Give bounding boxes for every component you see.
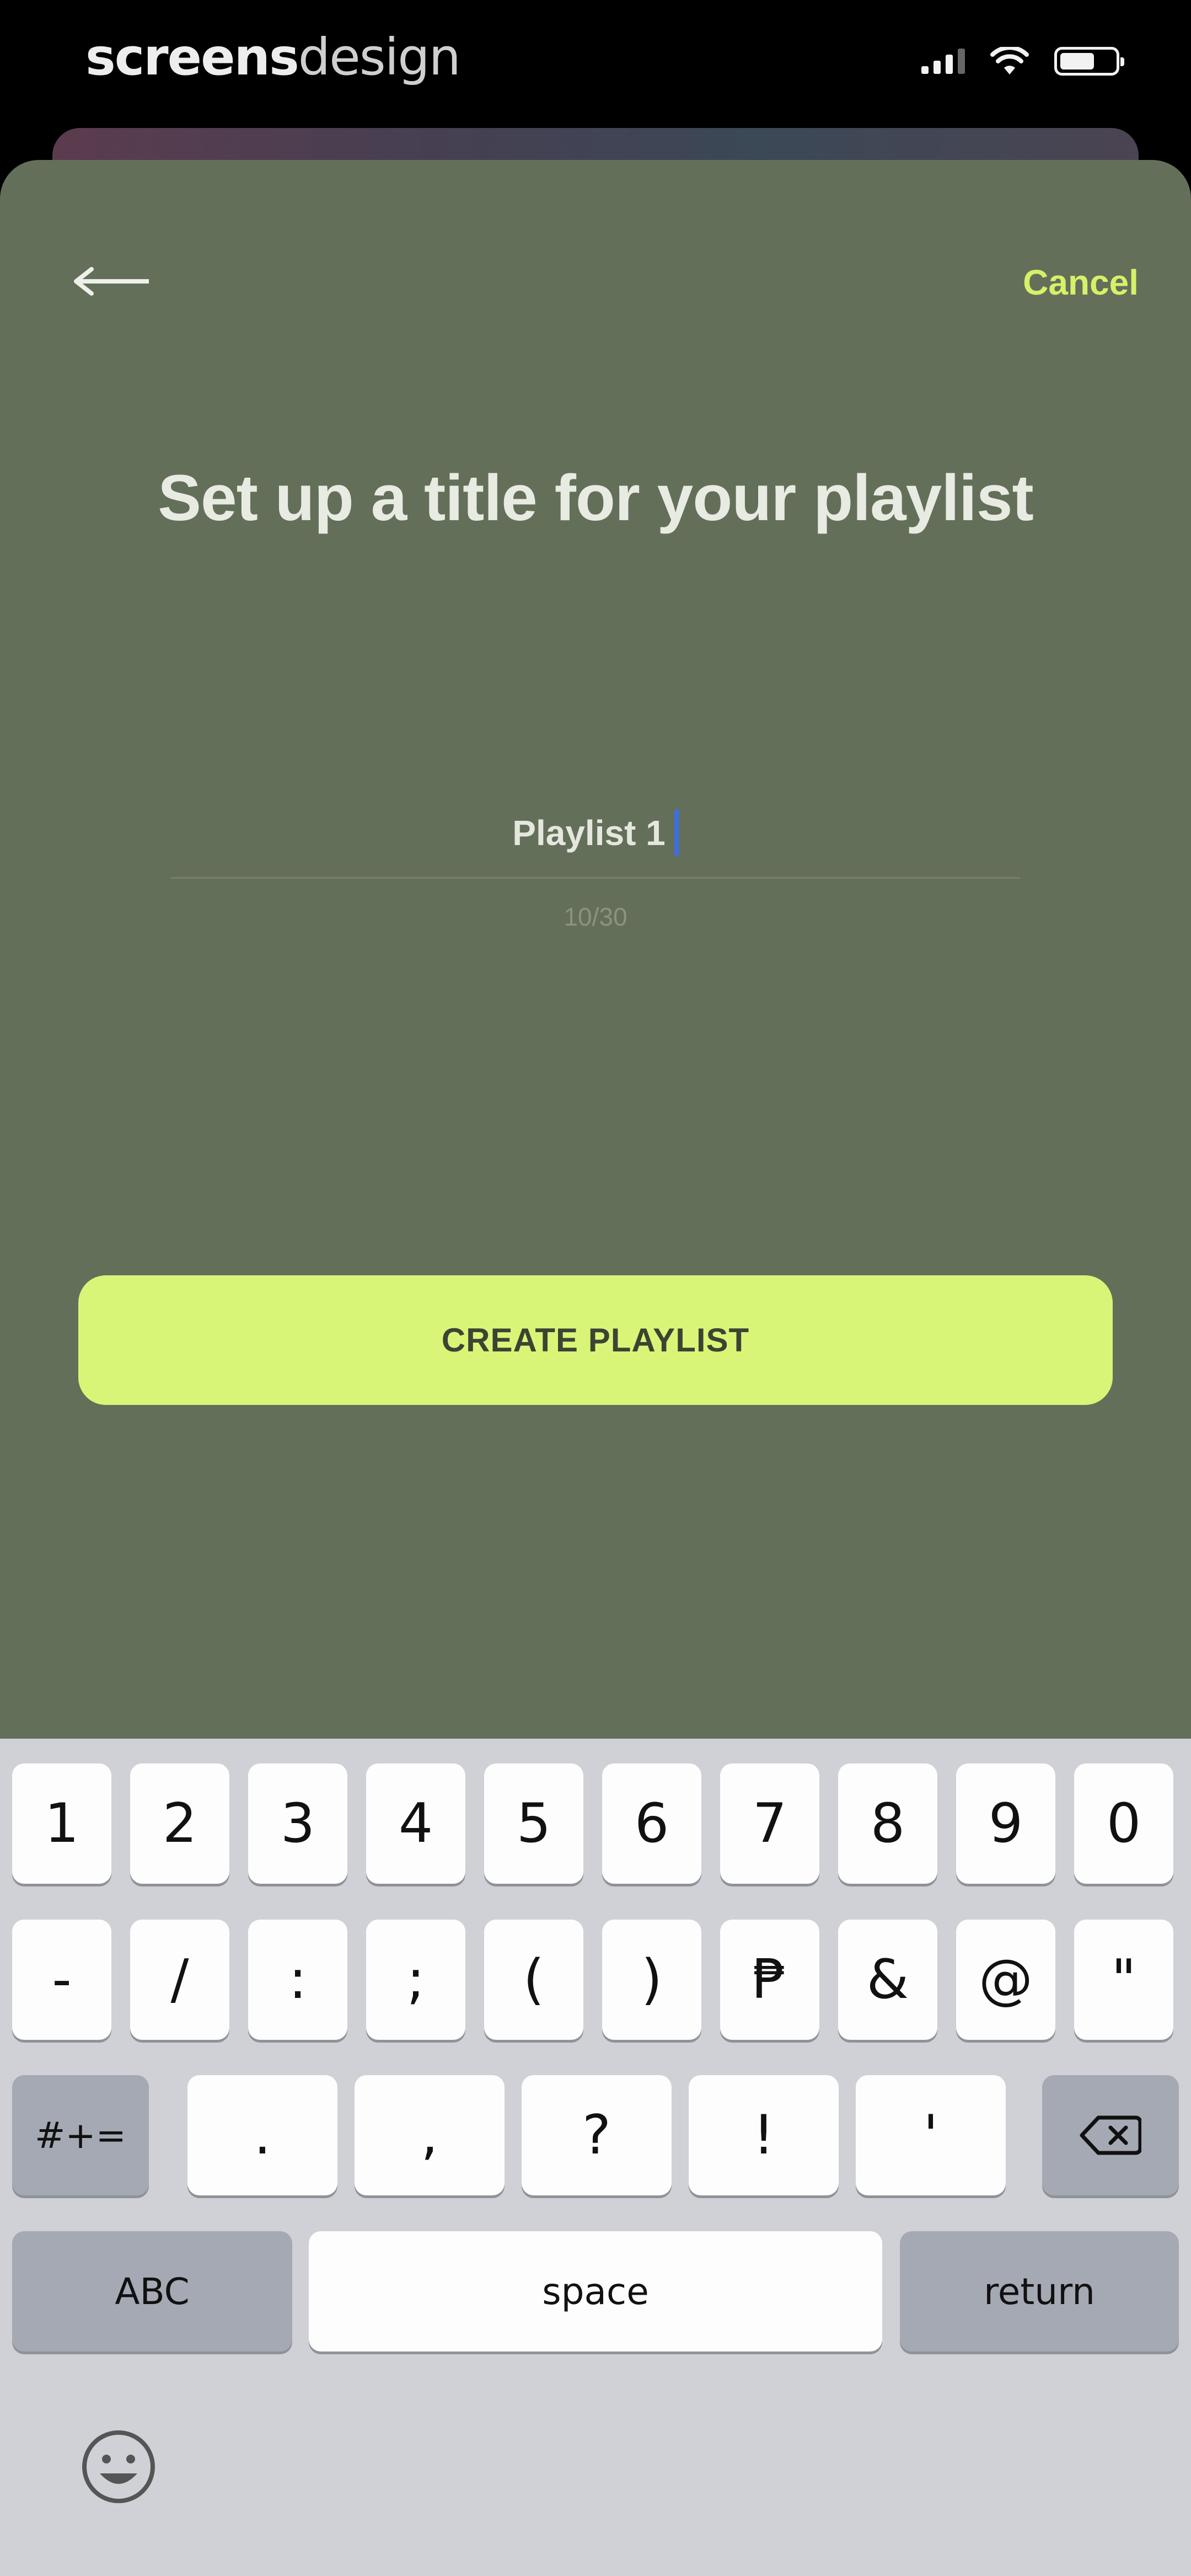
watermark: screensdesign xyxy=(85,28,461,87)
key-2[interactable]: 2 xyxy=(130,1763,229,1884)
key-open-paren[interactable]: ( xyxy=(484,1920,583,2040)
key-colon[interactable]: : xyxy=(248,1920,347,2040)
key-apostrophe[interactable]: ' xyxy=(856,2075,1006,2195)
key-1[interactable]: 1 xyxy=(12,1763,111,1884)
battery-icon xyxy=(1054,47,1124,76)
key-slash[interactable]: / xyxy=(130,1920,229,2040)
back-button[interactable] xyxy=(66,254,160,309)
delete-key[interactable] xyxy=(1042,2075,1179,2195)
backspace-icon xyxy=(1080,2115,1141,2155)
return-key[interactable]: return xyxy=(900,2231,1179,2351)
cancel-button[interactable]: Cancel xyxy=(1023,262,1139,303)
key-question[interactable]: ? xyxy=(522,2075,672,2195)
text-cursor xyxy=(674,810,679,856)
key-3[interactable]: 3 xyxy=(248,1763,347,1884)
abc-key[interactable]: ABC xyxy=(12,2231,292,2351)
symbols-toggle-key[interactable]: #+= xyxy=(12,2075,149,2195)
create-playlist-button[interactable]: CREATE PLAYLIST xyxy=(78,1275,1113,1405)
key-semicolon[interactable]: ; xyxy=(366,1920,465,2040)
key-comma[interactable]: , xyxy=(355,2075,505,2195)
emoji-icon[interactable] xyxy=(80,2428,157,2505)
key-period[interactable]: . xyxy=(187,2075,337,2195)
key-9[interactable]: 9 xyxy=(956,1763,1055,1884)
key-currency[interactable]: ₱ xyxy=(720,1920,819,2040)
key-7[interactable]: 7 xyxy=(720,1763,819,1884)
watermark-light: design xyxy=(298,28,461,87)
key-at[interactable]: @ xyxy=(956,1920,1055,2040)
keyboard: 1 2 3 4 5 6 7 8 9 0 - / : ; ( ) ₱ & @ " … xyxy=(0,1739,1191,2576)
key-5[interactable]: 5 xyxy=(484,1763,583,1884)
character-counter: 10/30 xyxy=(564,902,627,931)
screen: screensdesign Cancel Set up a title for … xyxy=(0,0,1191,2576)
key-6[interactable]: 6 xyxy=(602,1763,701,1884)
cellular-signal-icon xyxy=(921,49,965,74)
key-8[interactable]: 8 xyxy=(838,1763,937,1884)
key-quote[interactable]: " xyxy=(1074,1920,1173,2040)
key-close-paren[interactable]: ) xyxy=(602,1920,701,2040)
input-underline xyxy=(171,877,1020,879)
watermark-bold: screens xyxy=(85,28,299,87)
playlist-title-input[interactable]: Playlist 1 xyxy=(171,783,1020,883)
space-key[interactable]: space xyxy=(309,2231,882,2351)
status-bar: screensdesign xyxy=(0,0,1191,127)
status-icons xyxy=(921,47,1124,76)
key-4[interactable]: 4 xyxy=(366,1763,465,1884)
key-hyphen[interactable]: - xyxy=(12,1920,111,2040)
wifi-icon xyxy=(990,47,1029,74)
playlist-title-value: Playlist 1 xyxy=(512,813,666,853)
page-title: Set up a title for your playlist xyxy=(158,462,1034,535)
key-exclamation[interactable]: ! xyxy=(689,2075,839,2195)
key-ampersand[interactable]: & xyxy=(838,1920,937,2040)
arrow-left-icon xyxy=(74,267,149,296)
key-0[interactable]: 0 xyxy=(1074,1763,1173,1884)
